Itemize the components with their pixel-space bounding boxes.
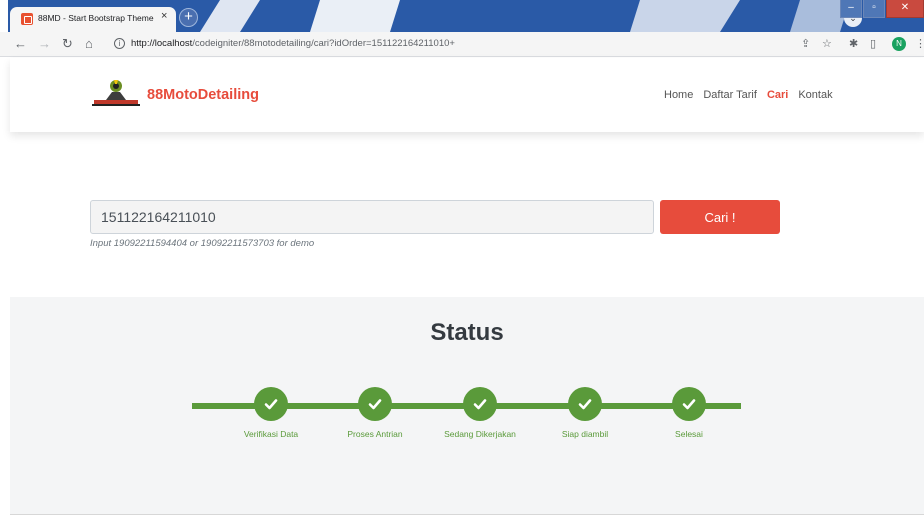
nav-links: Home Daftar Tarif Cari Kontak [664,89,833,101]
window-controls: – ▫ ✕ [839,0,924,20]
check-icon [568,387,602,421]
minimize-button[interactable]: – [840,0,862,18]
check-icon [463,387,497,421]
site-navbar: 88MotoDetailing Home Daftar Tarif Cari K… [10,58,924,132]
search-hint: Input 19092211594404 or 19092211573703 f… [90,238,315,249]
search-button[interactable]: Cari ! [660,200,780,234]
sidebar-icon[interactable]: ▯ [870,36,876,52]
reload-icon[interactable]: ↻ [62,35,73,53]
step-label: Verifikasi Data [243,429,299,439]
nav-link-home[interactable]: Home [664,89,693,101]
share-icon[interactable]: ⇪ [801,36,810,52]
check-icon [672,387,706,421]
status-step: Siap diambil [525,387,645,439]
brand-name[interactable]: 88MotoDetailing [147,87,259,103]
favicon-icon [21,13,33,25]
forward-arrow-icon[interactable]: → [38,35,51,53]
order-id-input[interactable] [90,200,654,234]
status-step: Proses Antrian [315,387,435,439]
status-step: Verifikasi Data [211,387,331,439]
menu-icon[interactable]: ⋮ [915,36,924,52]
new-tab-button[interactable]: + [179,8,198,27]
home-icon[interactable]: ⌂ [85,35,93,53]
step-label: Siap diambil [561,429,609,439]
nav-link-daftar-tarif[interactable]: Daftar Tarif [703,89,757,101]
close-window-button[interactable]: ✕ [886,0,924,18]
tab-close-icon[interactable]: × [161,10,167,22]
status-section: Status Verifikasi Data Proses Antrian Se… [10,297,924,515]
nav-link-cari[interactable]: Cari [767,89,788,101]
browser-tab-bar: 88MD - Start Bootstrap Theme × + ⌄ – ▫ ✕ [0,0,924,32]
tabbar-background-decoration [200,0,850,32]
status-title: Status [430,319,504,346]
url-text: http://localhost/codeigniter/88motodetai… [131,38,455,49]
step-label: Sedang Dikerjakan [444,429,516,439]
step-label: Selesai [675,429,703,439]
maximize-button[interactable]: ▫ [863,0,885,18]
nav-link-kontak[interactable]: Kontak [798,89,832,101]
status-step: Selesai [629,387,749,439]
web-page: 88MotoDetailing Home Daftar Tarif Cari K… [0,58,924,518]
profile-avatar[interactable]: N [892,37,906,51]
extensions-icon[interactable]: ✱ [849,36,858,52]
moto-logo-icon[interactable] [92,76,140,110]
back-arrow-icon[interactable]: ← [14,35,27,53]
address-bar[interactable]: i http://localhost/codeigniter/88motodet… [106,35,794,54]
check-icon [254,387,288,421]
check-icon [358,387,392,421]
tab-title: 88MD - Start Bootstrap Theme [38,13,154,23]
status-step: Sedang Dikerjakan [420,387,540,439]
browser-toolbar: ← → ↻ ⌂ i http://localhost/codeigniter/8… [0,32,924,57]
browser-tab[interactable]: 88MD - Start Bootstrap Theme × [10,7,176,32]
step-label: Proses Antrian [347,429,403,439]
star-icon[interactable]: ☆ [822,36,832,52]
tabbar-edge [0,0,8,32]
info-icon[interactable]: i [114,38,125,49]
